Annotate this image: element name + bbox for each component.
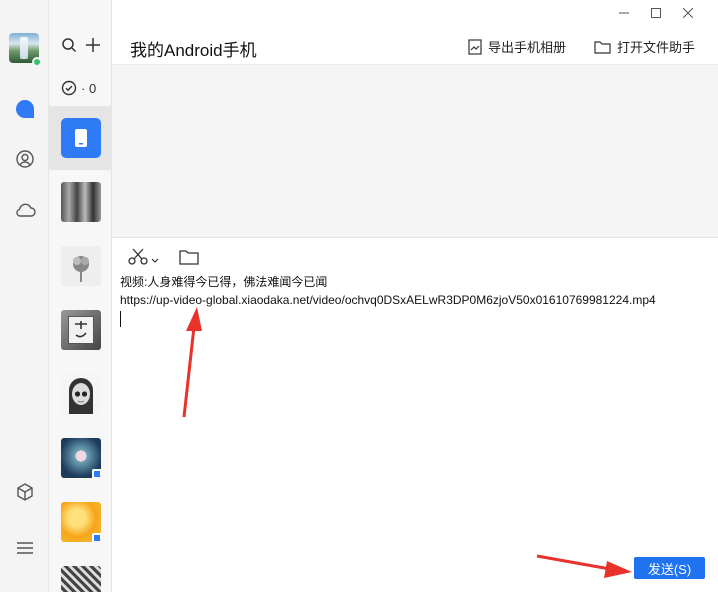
add-icon[interactable] xyxy=(85,35,101,55)
list-item[interactable] xyxy=(49,362,112,426)
phone-icon xyxy=(74,129,87,147)
message-line-1: 视频:人身难得今已得，佛法难闻今已闻 xyxy=(120,275,328,289)
page-title: 我的Android手机 xyxy=(130,41,257,60)
chat-icon[interactable] xyxy=(12,96,38,122)
contact-avatar xyxy=(60,246,101,286)
chevron-down-icon[interactable] xyxy=(151,251,159,269)
check-circle-icon xyxy=(61,80,77,96)
cloud-icon[interactable] xyxy=(12,197,38,223)
online-status-dot xyxy=(32,57,42,67)
maximize-icon[interactable] xyxy=(640,4,672,22)
export-album-label: 导出手机相册 xyxy=(488,40,567,55)
folder-icon xyxy=(594,40,611,54)
device-badge xyxy=(91,469,101,478)
divider xyxy=(112,237,718,238)
device-badge xyxy=(91,533,101,542)
window-controls xyxy=(608,4,704,22)
contact-avatar xyxy=(60,182,101,222)
contact-avatar xyxy=(60,310,101,350)
done-count: · 0 xyxy=(81,80,97,96)
message-input[interactable]: 视频:人身难得今已得，佛法难闻今已闻 https://up-video-glob… xyxy=(120,273,710,327)
contacts-icon[interactable] xyxy=(12,146,38,172)
done-counter[interactable]: · 0 xyxy=(61,78,96,98)
album-icon xyxy=(468,38,482,55)
contact-avatar xyxy=(60,374,101,414)
search-icon[interactable] xyxy=(61,35,77,55)
list-item[interactable] xyxy=(49,426,112,490)
cube-icon[interactable] xyxy=(12,479,38,505)
open-file-assistant-label: 打开文件助手 xyxy=(617,40,696,55)
list-item[interactable] xyxy=(49,554,112,592)
editor-toolbar xyxy=(128,248,199,271)
message-line-2: https://up-video-global.xiaodaka.net/vid… xyxy=(120,293,656,307)
list-item-android-phone[interactable] xyxy=(49,106,112,170)
list-item[interactable] xyxy=(49,298,112,362)
scissors-icon[interactable] xyxy=(128,248,148,271)
contact-avatar xyxy=(60,438,101,478)
folder-icon[interactable] xyxy=(179,249,199,270)
export-album-button[interactable]: 导出手机相册 xyxy=(468,37,566,56)
contact-avatar xyxy=(60,502,101,542)
contact-list: · 0 xyxy=(49,0,112,592)
minimize-icon[interactable] xyxy=(608,4,640,22)
open-file-assistant-button[interactable]: 打开文件助手 xyxy=(594,37,695,56)
list-item[interactable] xyxy=(49,170,112,234)
contact-avatar xyxy=(60,566,101,592)
send-button[interactable]: 发送(S) xyxy=(634,557,705,579)
close-icon[interactable] xyxy=(672,4,704,22)
list-item[interactable] xyxy=(49,490,112,554)
left-nav xyxy=(0,0,49,592)
chat-pane: 我的Android手机 导出手机相册 打开文件助手 视频:人身难得今已得，佛法难… xyxy=(112,0,718,592)
list-item[interactable] xyxy=(49,234,112,298)
text-caret xyxy=(120,311,121,327)
menu-icon[interactable] xyxy=(12,535,38,561)
message-history[interactable] xyxy=(112,65,718,237)
